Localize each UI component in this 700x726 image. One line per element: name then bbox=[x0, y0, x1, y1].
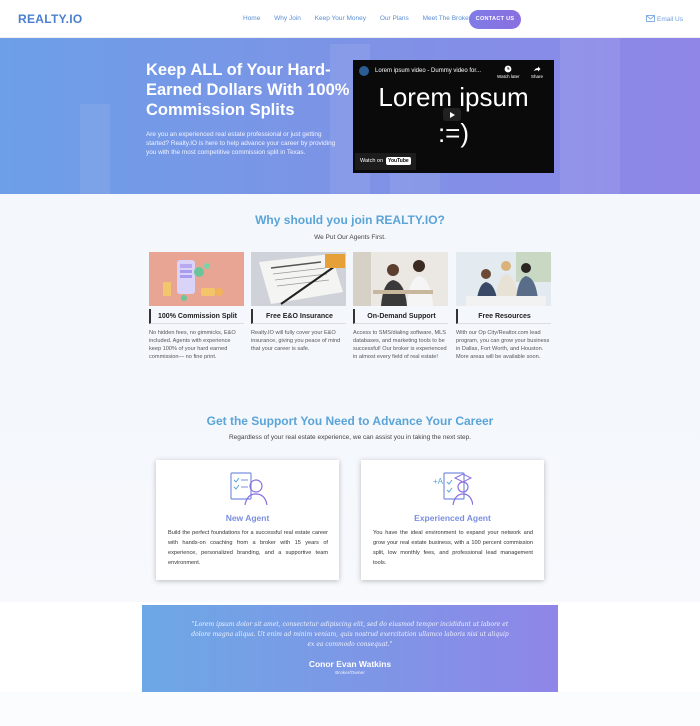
support-title: Get the Support You Need to Advance Your… bbox=[206, 414, 494, 428]
card-image-resources bbox=[456, 252, 551, 306]
svg-text:+A: +A bbox=[433, 477, 444, 486]
new-agent-card[interactable]: New Agent Build the perfect foundations … bbox=[156, 460, 339, 580]
watch-on-label: Watch on bbox=[360, 158, 384, 164]
card-title: Free E&O Insurance bbox=[251, 309, 346, 324]
channel-avatar[interactable] bbox=[359, 66, 369, 76]
hero-description: Are you an experienced real estate profe… bbox=[146, 131, 336, 156]
support-subtitle: Regardless of your real estate experienc… bbox=[228, 434, 472, 441]
contact-us-button[interactable]: CONTACT US bbox=[469, 10, 521, 29]
youtube-logo: YouTube bbox=[386, 157, 411, 165]
site-header: REALTY.IO Home Why Join Keep Your Money … bbox=[0, 0, 700, 38]
feature-card: 100% Commission Split No hidden fees, no… bbox=[149, 252, 244, 361]
feature-card: Free E&O Insurance Realty.IO will fully … bbox=[251, 252, 346, 353]
card-text: Realty.IO will fully cover your E&O insu… bbox=[251, 330, 341, 352]
testimonial-role: Broker/Owner bbox=[335, 671, 365, 676]
email-us-link[interactable]: Email Us bbox=[646, 15, 683, 23]
watch-on-youtube[interactable]: Watch on YouTube bbox=[355, 153, 416, 170]
hero-section: Keep ALL of Your Hard-Earned Dollars Wit… bbox=[0, 38, 700, 194]
main-nav: Home Why Join Keep Your Money Our Plans … bbox=[243, 15, 504, 22]
site-logo[interactable]: REALTY.IO bbox=[18, 12, 82, 26]
support-section: Get the Support You Need to Advance Your… bbox=[0, 390, 700, 602]
watch-later-label: Watch later bbox=[497, 74, 520, 79]
share-button[interactable]: Share bbox=[531, 65, 543, 79]
share-icon bbox=[534, 66, 541, 72]
why-subtitle: We Put Our Agents First. bbox=[314, 234, 386, 241]
video-title[interactable]: Lorem ipsum video - Dummy video for... bbox=[375, 68, 481, 74]
video-frame-line2: :=) bbox=[437, 118, 470, 148]
hero-building-bg bbox=[560, 38, 620, 194]
nav-keep-your-money[interactable]: Keep Your Money bbox=[315, 15, 366, 22]
card-image-insurance bbox=[251, 252, 346, 306]
card-title: On-Demand Support bbox=[353, 309, 448, 324]
card-image-support bbox=[353, 252, 448, 306]
play-icon[interactable] bbox=[443, 108, 461, 121]
hero-building-bg bbox=[80, 104, 110, 194]
why-join-section: Why should you join REALTY.IO? We Put Ou… bbox=[0, 194, 700, 390]
testimonial-block: "Lorem ipsum dolor sit amet, consectetur… bbox=[142, 605, 558, 692]
experienced-agent-text: You have the ideal environment to expand… bbox=[373, 530, 533, 566]
nav-our-plans[interactable]: Our Plans bbox=[380, 15, 409, 22]
why-title: Why should you join REALTY.IO? bbox=[255, 213, 445, 227]
card-text: With our Op City/Realtor.com lead progra… bbox=[456, 330, 550, 360]
email-us-label: Email Us bbox=[657, 16, 684, 23]
feature-card: On-Demand Support Access to SMS/dialing … bbox=[353, 252, 448, 361]
experienced-agent-icon: +A bbox=[433, 472, 473, 506]
watch-later-button[interactable]: Watch later bbox=[497, 65, 520, 79]
share-label: Share bbox=[531, 74, 544, 79]
card-image-phone bbox=[149, 252, 244, 306]
feature-card: Free Resources With our Op City/Realtor.… bbox=[456, 252, 551, 361]
experienced-agent-card[interactable]: +A Experienced Agent You have the ideal … bbox=[361, 460, 544, 580]
agent-checklist-icon bbox=[230, 472, 268, 506]
testimonial-quote: "Lorem ipsum dolor sit amet, consectetur… bbox=[191, 621, 509, 648]
nav-why-join[interactable]: Why Join bbox=[274, 15, 301, 22]
card-title: 100% Commission Split bbox=[149, 309, 244, 324]
experienced-agent-title: Experienced Agent bbox=[414, 513, 491, 523]
video-embed[interactable]: Lorem ipsum video - Dummy video for... W… bbox=[353, 60, 554, 173]
card-text: Access to SMS/dialing software, MLS data… bbox=[353, 330, 447, 360]
page-footer-space bbox=[0, 692, 700, 726]
new-agent-title: New Agent bbox=[225, 513, 270, 523]
new-agent-text: Build the perfect foundations for a succ… bbox=[168, 530, 328, 566]
testimonial-name: Conor Evan Watkins bbox=[308, 659, 392, 669]
card-text: No hidden fees, no gimmicks, E&O include… bbox=[149, 330, 236, 360]
card-title: Free Resources bbox=[456, 309, 551, 324]
nav-home[interactable]: Home bbox=[243, 15, 260, 22]
clock-icon bbox=[504, 65, 512, 73]
logo-text: REALTY.IO bbox=[18, 12, 83, 26]
video-header: Lorem ipsum video - Dummy video for... W… bbox=[353, 60, 554, 82]
hero-title: Keep ALL of Your Hard-Earned Dollars Wit… bbox=[146, 61, 350, 119]
email-icon bbox=[646, 15, 655, 22]
